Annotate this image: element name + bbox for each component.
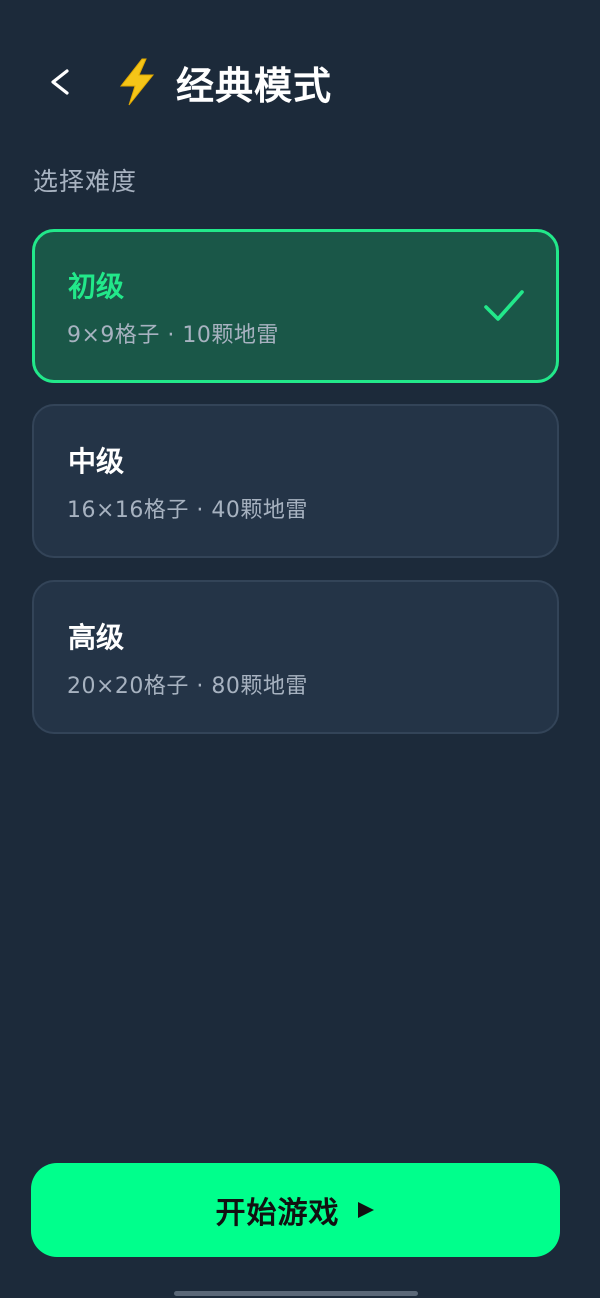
header: 经典模式 [0,0,600,160]
lightning-icon [119,58,155,106]
back-button[interactable] [36,56,84,108]
home-indicator[interactable] [174,1291,418,1296]
page-title: 经典模式 [176,63,333,108]
difficulty-card-intermediate[interactable]: 中级 16×16格子 · 40颗地雷 [32,404,559,558]
section-label: 选择难度 [33,167,138,196]
check-icon [484,290,524,321]
difficulty-description: 16×16格子 · 40颗地雷 [67,498,308,523]
start-game-button[interactable]: 开始游戏 [31,1163,560,1257]
difficulty-description: 9×9格子 · 10颗地雷 [67,323,279,348]
difficulty-title: 中级 [68,445,125,478]
difficulty-card-expert[interactable]: 高级 20×20格子 · 80颗地雷 [32,580,559,734]
difficulty-title: 初级 [68,270,125,303]
difficulty-card-beginner[interactable]: 初级 9×9格子 · 10颗地雷 [32,229,559,383]
difficulty-description: 20×20格子 · 80颗地雷 [67,674,308,699]
play-icon [357,1202,374,1218]
start-button-label: 开始游戏 [215,1196,340,1231]
chevron-left-icon [51,69,69,95]
difficulty-title: 高级 [68,621,125,654]
title-group: 经典模式 [116,52,332,112]
